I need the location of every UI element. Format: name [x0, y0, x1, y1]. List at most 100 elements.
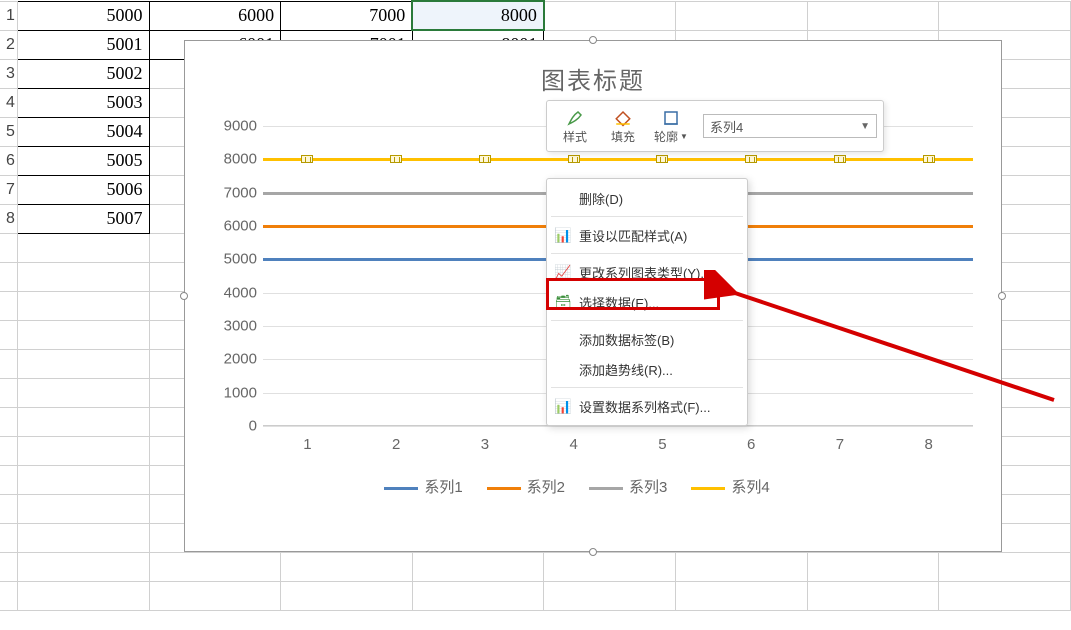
series-line[interactable] [263, 158, 973, 161]
ctx-reset-style[interactable]: 📊 重设以匹配样式(A) [547, 220, 747, 250]
ctx-select-data[interactable]: 🗃 选择数据(E)... [547, 287, 747, 317]
ctx-add-label[interactable]: 添加数据标签(B) [547, 324, 747, 354]
cell[interactable]: 5007 [17, 204, 149, 233]
resize-handle-top[interactable] [589, 36, 597, 44]
cell[interactable] [939, 552, 1071, 581]
row-header[interactable]: 6 [0, 146, 17, 175]
cell[interactable] [17, 262, 149, 291]
row-header[interactable]: 8 [0, 204, 17, 233]
cell[interactable] [17, 233, 149, 262]
legend-label[interactable]: 系列3 [629, 479, 667, 496]
style-button[interactable]: 样式 [553, 104, 597, 148]
ctx-change-type[interactable]: 📈 更改系列图表类型(Y)... [547, 257, 747, 287]
resize-handle-right[interactable] [998, 292, 1006, 300]
cell[interactable] [281, 581, 413, 610]
cell[interactable] [676, 552, 808, 581]
cell[interactable]: 5004 [17, 117, 149, 146]
cell[interactable] [17, 494, 149, 523]
cell[interactable]: 5002 [17, 59, 149, 88]
legend-label[interactable]: 系列1 [424, 479, 462, 496]
row-header[interactable]: 7 [0, 175, 17, 204]
row-header[interactable] [0, 291, 17, 320]
row-header[interactable] [0, 581, 17, 610]
cell[interactable] [281, 552, 413, 581]
chart-title[interactable]: 图表标题 [185, 41, 1001, 96]
cell[interactable] [17, 378, 149, 407]
cell[interactable] [807, 552, 939, 581]
bucket-icon [614, 108, 632, 128]
row-header[interactable] [0, 552, 17, 581]
row-header[interactable] [0, 523, 17, 552]
selection-marker[interactable] [656, 155, 668, 163]
selection-marker[interactable] [745, 155, 757, 163]
selection-marker[interactable] [479, 155, 491, 163]
cell[interactable] [412, 581, 544, 610]
legend-label[interactable]: 系列4 [731, 479, 769, 496]
cell[interactable] [17, 523, 149, 552]
cell[interactable] [939, 1, 1071, 30]
selection-marker[interactable] [834, 155, 846, 163]
cell[interactable] [17, 320, 149, 349]
cell[interactable] [807, 1, 939, 30]
cell[interactable] [676, 581, 808, 610]
cell[interactable] [17, 436, 149, 465]
mini-toolbar[interactable]: 样式 填充 轮廓▼ 系列4 ▼ [546, 100, 884, 152]
x-axis[interactable]: 12345678 [263, 436, 973, 460]
cell[interactable] [149, 581, 281, 610]
row-header[interactable]: 2 [0, 30, 17, 59]
cell[interactable] [544, 552, 676, 581]
cell[interactable]: 6000 [149, 1, 281, 30]
selection-marker[interactable] [568, 155, 580, 163]
ctx-format-series[interactable]: 📊 设置数据系列格式(F)... [547, 391, 747, 421]
row-header[interactable] [0, 465, 17, 494]
cell[interactable] [17, 581, 149, 610]
cell[interactable] [17, 349, 149, 378]
selection-marker[interactable] [301, 155, 313, 163]
resize-handle-bottom[interactable] [589, 548, 597, 556]
cell[interactable] [412, 552, 544, 581]
cell[interactable] [544, 581, 676, 610]
row-header[interactable]: 3 [0, 59, 17, 88]
legend-label[interactable]: 系列2 [527, 479, 565, 496]
x-tick: 8 [924, 436, 932, 453]
cell[interactable]: 5005 [17, 146, 149, 175]
row-header[interactable]: 5 [0, 117, 17, 146]
ctx-delete[interactable]: 删除(D) [547, 183, 747, 213]
cell[interactable]: 5001 [17, 30, 149, 59]
cell[interactable]: 7000 [281, 1, 413, 30]
y-axis[interactable]: 0100020003000400050006000700080009000 [205, 126, 263, 426]
cell[interactable] [939, 581, 1071, 610]
ctx-add-trendline[interactable]: 添加趋势线(R)... [547, 354, 747, 384]
chart-legend[interactable]: 系列1 系列2 系列3 系列4 [205, 476, 973, 497]
cell[interactable] [544, 1, 676, 30]
row-header[interactable] [0, 407, 17, 436]
cell[interactable] [17, 291, 149, 320]
resize-handle-left[interactable] [180, 292, 188, 300]
cell[interactable] [17, 407, 149, 436]
row-header[interactable]: 1 [0, 1, 17, 30]
cell[interactable]: 5006 [17, 175, 149, 204]
row-header[interactable] [0, 436, 17, 465]
cell[interactable] [149, 552, 281, 581]
cell[interactable] [17, 552, 149, 581]
row-header[interactable] [0, 233, 17, 262]
fill-button[interactable]: 填充 [601, 104, 645, 148]
row-header[interactable]: 4 [0, 88, 17, 117]
cell[interactable] [17, 465, 149, 494]
row-header[interactable] [0, 262, 17, 291]
y-tick: 9000 [224, 118, 257, 135]
legend-swatch [487, 487, 521, 490]
cell[interactable]: 5000 [17, 1, 149, 30]
cell[interactable]: 8000 [412, 1, 544, 30]
row-header[interactable] [0, 494, 17, 523]
selection-marker[interactable] [923, 155, 935, 163]
row-header[interactable] [0, 320, 17, 349]
row-header[interactable] [0, 378, 17, 407]
outline-button[interactable]: 轮廓▼ [649, 104, 693, 148]
cell[interactable]: 5003 [17, 88, 149, 117]
selection-marker[interactable] [390, 155, 402, 163]
cell[interactable] [676, 1, 808, 30]
row-header[interactable] [0, 349, 17, 378]
series-selector[interactable]: 系列4 ▼ [703, 114, 877, 138]
cell[interactable] [807, 581, 939, 610]
